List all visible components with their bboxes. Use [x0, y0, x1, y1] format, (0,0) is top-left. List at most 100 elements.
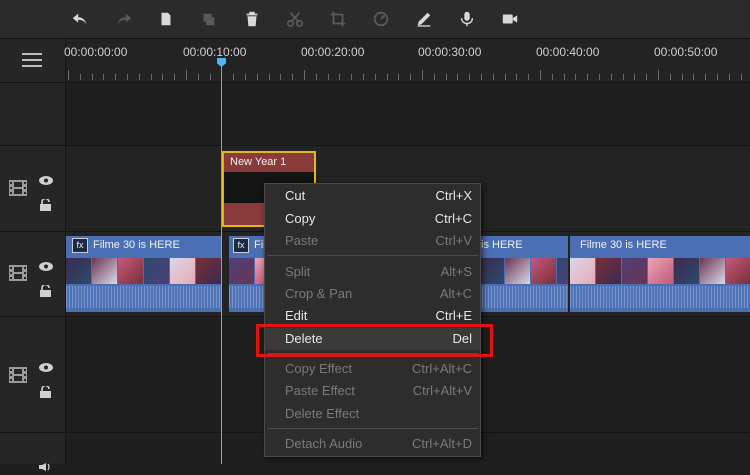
- ruler-tick: [728, 74, 730, 80]
- ruler-tick: [315, 74, 317, 80]
- ruler-tick: [233, 74, 235, 80]
- highlight-annotation: [256, 324, 493, 357]
- edit-icon[interactable]: [413, 8, 435, 30]
- ruler-tick: [504, 74, 506, 80]
- menu-item-cut[interactable]: Cut Ctrl+X: [265, 185, 480, 207]
- ruler-label: 00:00:40:00: [536, 45, 600, 59]
- menu-item-delete-effect[interactable]: Delete Effect: [265, 403, 480, 425]
- video-clip[interactable]: is HERE: [479, 236, 568, 312]
- context-menu: Cut Ctrl+X Copy Ctrl+C Paste Ctrl+V Split Al…: [264, 183, 481, 457]
- delete-icon[interactable]: [241, 8, 263, 30]
- ruler-tick: [740, 74, 742, 80]
- fx-badge: fx: [233, 237, 249, 253]
- eye-icon[interactable]: [39, 170, 53, 185]
- ruler-tick: [398, 74, 400, 80]
- ruler-label: 00:00:50:00: [654, 45, 718, 59]
- crop-icon[interactable]: [327, 8, 349, 30]
- ruler-tick: [445, 74, 447, 80]
- ruler-tick: [422, 70, 423, 80]
- ruler-tick: [209, 74, 211, 80]
- ruler-tick: [575, 74, 577, 80]
- ruler-tick: [681, 74, 683, 80]
- speaker-icon[interactable]: [39, 456, 51, 471]
- video-clip[interactable]: fx Filme 30 is HERE: [66, 236, 221, 312]
- ruler-tick: [669, 74, 671, 80]
- ruler-tick: [658, 70, 659, 80]
- video-clip-label: Filme 30 is HERE: [93, 239, 180, 251]
- timeline-ruler[interactable]: 00:00:00:00 00:00:10:00 00:00:20:00 00:0…: [64, 39, 750, 82]
- eye-icon[interactable]: [39, 256, 53, 271]
- ruler-tick: [610, 74, 612, 80]
- lock-icon[interactable]: [40, 282, 51, 297]
- ruler-tick: [162, 74, 164, 80]
- video-clip-label: Filme 30 is HERE: [580, 239, 667, 251]
- ruler-tick: [138, 74, 140, 80]
- ruler-tick: [457, 74, 459, 80]
- ruler-label: 00:00:10:00: [183, 45, 247, 59]
- track-header-panel: [0, 39, 66, 464]
- ruler-label: 00:00:30:00: [418, 45, 482, 59]
- ruler-tick: [551, 74, 553, 80]
- menu-icon[interactable]: [22, 53, 42, 67]
- ruler-tick: [563, 74, 565, 80]
- ruler-tick: [79, 74, 81, 80]
- menu-item-copy[interactable]: Copy Ctrl+C: [265, 208, 480, 230]
- ruler-tick: [245, 74, 246, 80]
- ruler-tick: [127, 74, 128, 80]
- ruler-tick: [256, 74, 258, 80]
- ruler-tick: [622, 74, 624, 80]
- ruler-tick: [103, 74, 105, 80]
- fx-badge: fx: [72, 237, 88, 253]
- paste-icon[interactable]: [198, 8, 220, 30]
- microphone-icon[interactable]: [456, 8, 478, 30]
- menu-item-copy-effect[interactable]: Copy Effect Ctrl+Alt+C: [265, 358, 480, 380]
- playhead[interactable]: [221, 62, 222, 464]
- lock-icon[interactable]: [40, 196, 51, 211]
- ruler-tick: [374, 74, 376, 80]
- ruler-tick: [386, 74, 388, 80]
- menu-item-paste[interactable]: Paste Ctrl+V: [265, 230, 480, 252]
- menu-item-detach-audio[interactable]: Detach Audio Ctrl+Alt+D: [265, 433, 480, 455]
- ruler-tick: [528, 74, 530, 80]
- ruler-tick: [516, 74, 518, 80]
- toolbar: [0, 0, 750, 39]
- title-clip-label: New Year 1: [230, 156, 287, 168]
- ruler-tick: [646, 74, 648, 80]
- menu-separator: [267, 255, 478, 256]
- ruler-tick: [351, 74, 353, 80]
- ruler-label: 00:00:00:00: [64, 45, 128, 59]
- video-clip[interactable]: fx Fil: [229, 236, 265, 312]
- undo-icon[interactable]: [69, 8, 91, 30]
- redo-icon[interactable]: [113, 8, 135, 30]
- copy-icon[interactable]: [155, 8, 177, 30]
- ruler-tick: [186, 70, 187, 80]
- menu-item-crop-pan[interactable]: Crop & Pan Alt+C: [265, 283, 480, 305]
- film-icon: [9, 367, 27, 383]
- ruler-tick: [540, 70, 541, 80]
- ruler-tick: [717, 74, 718, 80]
- ruler-tick: [363, 74, 364, 80]
- ruler-tick: [410, 74, 412, 80]
- ruler-tick: [469, 74, 471, 80]
- ruler-tick: [492, 74, 494, 80]
- ruler-tick: [587, 74, 589, 80]
- lock-icon[interactable]: [40, 383, 51, 398]
- video-clip[interactable]: Filme 30 is HERE: [570, 236, 750, 312]
- film-icon: [9, 180, 27, 196]
- eye-icon[interactable]: [39, 357, 53, 372]
- track-divider: [0, 82, 750, 83]
- ruler-tick: [599, 74, 600, 80]
- ruler-tick: [327, 74, 329, 80]
- cut-icon[interactable]: [284, 8, 306, 30]
- ruler-tick: [68, 70, 69, 80]
- speed-icon[interactable]: [370, 8, 392, 30]
- video-clip-label: is HERE: [481, 239, 523, 251]
- ruler-tick: [115, 74, 117, 80]
- menu-item-split[interactable]: Split Alt+S: [265, 261, 480, 283]
- menu-item-paste-effect[interactable]: Paste Effect Ctrl+Alt+V: [265, 380, 480, 402]
- record-icon[interactable]: [499, 8, 521, 30]
- ruler-tick: [268, 74, 270, 80]
- menu-separator: [267, 428, 478, 429]
- ruler-tick: [339, 74, 341, 80]
- ruler-tick: [304, 70, 305, 80]
